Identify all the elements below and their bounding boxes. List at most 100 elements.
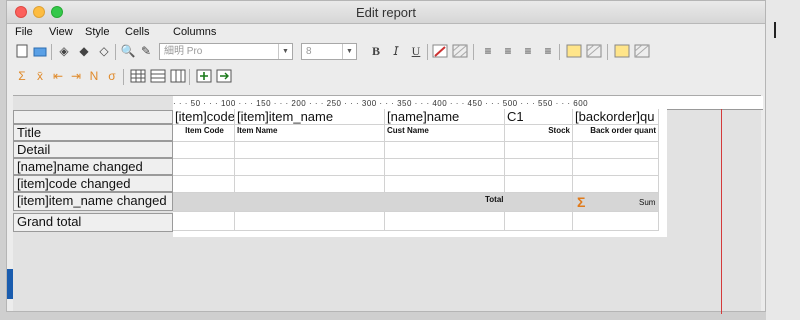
row-label-item-name-changed[interactable]: [item]item_name changed	[13, 192, 173, 211]
window-title: Edit report	[356, 5, 416, 20]
align-right-icon[interactable]: ≡	[519, 42, 537, 60]
insert-row-icon[interactable]	[215, 67, 233, 85]
italic-button[interactable]: 𝘐	[387, 42, 405, 60]
report-toolbar: Σ x̄ ⇤ ⇥ N σ	[11, 67, 765, 89]
row-label-detail[interactable]: Detail	[13, 141, 173, 158]
row-label-name-changed[interactable]: [name]name changed	[13, 158, 173, 175]
query-icon[interactable]: ◇	[95, 42, 113, 60]
break-cell[interactable]	[235, 176, 385, 193]
break-cell[interactable]	[385, 159, 505, 176]
subtotal-row[interactable]: Total	[173, 193, 573, 212]
formatting-toolbar: ◈ ◆ ◇ 🔍 ✎ 細明 Pro ▼ 8 ▼ B 𝘐 U ≡ ≡ ≡ ≡	[11, 42, 765, 64]
fill-pattern-icon[interactable]	[451, 42, 469, 60]
menu-view[interactable]: View	[49, 26, 73, 38]
grand-total-cell[interactable]	[385, 212, 505, 231]
detail-cell[interactable]	[505, 142, 573, 159]
toolbar-separator	[607, 44, 608, 60]
menu-columns[interactable]: Columns	[173, 26, 216, 38]
break-cell[interactable]	[173, 176, 235, 193]
title-bar: Edit report	[7, 1, 765, 24]
toolbar-separator	[473, 44, 474, 60]
break-cell[interactable]	[385, 176, 505, 193]
title-cell-stock[interactable]: Stock	[505, 125, 573, 142]
break-cell[interactable]	[505, 176, 573, 193]
min-icon[interactable]: ⇤	[49, 67, 67, 85]
row-label-code-changed[interactable]: [item]code changed	[13, 175, 173, 192]
cell-pattern-icon[interactable]	[585, 42, 603, 60]
page-margin-line[interactable]	[721, 109, 722, 314]
underline-button[interactable]: U	[407, 42, 425, 60]
detail-cell[interactable]	[173, 142, 235, 159]
break-cell[interactable]	[173, 159, 235, 176]
break-cell[interactable]	[573, 159, 659, 176]
columns-table-icon[interactable]	[169, 67, 187, 85]
align-center-icon[interactable]: ≡	[499, 42, 517, 60]
title-cell-backorder[interactable]: Back order quant	[573, 125, 659, 142]
toolbar-separator	[123, 69, 124, 85]
background-window-marker	[774, 22, 776, 38]
column-header-backorder[interactable]: [backorder]qu	[573, 109, 659, 125]
menu-file[interactable]: File	[15, 26, 33, 38]
background-window-edge	[766, 0, 800, 320]
column-header-c1[interactable]: C1	[505, 109, 573, 125]
grand-total-cell[interactable]	[505, 212, 573, 231]
font-size-value: 8	[306, 46, 312, 57]
std-dev-icon[interactable]: σ	[103, 67, 121, 85]
sum-icon[interactable]: Σ	[13, 67, 31, 85]
break-cell[interactable]	[505, 159, 573, 176]
detail-cell[interactable]	[235, 142, 385, 159]
report-wizard-icon[interactable]: ◈	[55, 42, 73, 60]
align-justify-icon[interactable]: ≡	[539, 42, 557, 60]
column-header-name[interactable]: [name]name	[385, 109, 505, 125]
menu-style[interactable]: Style	[85, 26, 109, 38]
text-color-icon[interactable]	[431, 42, 449, 60]
edit-report-window: Edit report File View Style Cells Column…	[6, 0, 766, 314]
column-header-item-name[interactable]: [item]item_name	[235, 109, 385, 125]
detail-cell[interactable]	[573, 142, 659, 159]
print-preview-icon[interactable]: 🔍	[119, 42, 137, 60]
subtotal-sum-cell[interactable]: Σ Sum	[573, 193, 659, 212]
background-color-icon[interactable]	[613, 42, 631, 60]
break-cell[interactable]	[573, 176, 659, 193]
max-icon[interactable]: ⇥	[67, 67, 85, 85]
grand-total-cell[interactable]	[573, 212, 659, 231]
font-size-select[interactable]: 8 ▼	[301, 43, 357, 60]
title-cell-cust-name[interactable]: Cust Name	[385, 125, 505, 142]
bold-button[interactable]: B	[367, 42, 385, 60]
ruler-scale: · · · 50 · · · 100 · · · 150 · · · 200 ·…	[173, 99, 589, 108]
subtotal-total-label: Total	[485, 195, 504, 204]
database-icon[interactable]: ◆	[75, 42, 93, 60]
break-cell[interactable]	[235, 159, 385, 176]
grand-total-cell[interactable]	[173, 212, 235, 231]
row-label-title[interactable]: Title	[13, 124, 173, 141]
chevron-down-icon: ▼	[342, 44, 356, 59]
toolbar-separator	[189, 69, 190, 85]
report-grid: [item]code [item]item_name [name]name C1…	[173, 109, 667, 237]
menu-cells[interactable]: Cells	[125, 26, 149, 38]
background-pattern-icon[interactable]	[633, 42, 651, 60]
sum-label: Sum	[639, 198, 656, 207]
cell-fill-color-icon[interactable]	[565, 42, 583, 60]
detail-cell[interactable]	[385, 142, 505, 159]
title-cell-item-code[interactable]: Item Code	[173, 125, 235, 142]
edit-pencil-icon[interactable]: ✎	[137, 42, 155, 60]
column-header-item-code[interactable]: [item]code	[173, 109, 235, 125]
count-icon[interactable]: N	[85, 67, 103, 85]
font-name-select[interactable]: 細明 Pro ▼	[159, 43, 293, 60]
grand-total-cell[interactable]	[235, 212, 385, 231]
chevron-down-icon: ▼	[278, 44, 292, 59]
grid-table-icon[interactable]	[129, 67, 147, 85]
sum-icon: Σ	[577, 194, 586, 210]
align-left-icon[interactable]: ≡	[479, 42, 497, 60]
toolbar-separator	[51, 44, 52, 60]
menu-bar: File View Style Cells Columns	[7, 24, 765, 41]
row-label-grand-total[interactable]: Grand total	[13, 213, 173, 232]
new-document-icon[interactable]	[13, 42, 31, 60]
add-column-icon[interactable]	[195, 67, 213, 85]
horizontal-ruler: · · · 50 · · · 100 · · · 150 · · · 200 ·…	[173, 96, 763, 110]
rows-table-icon[interactable]	[149, 67, 167, 85]
open-folder-icon[interactable]	[31, 42, 49, 60]
title-cell-item-name[interactable]: Item Name	[235, 125, 385, 142]
average-icon[interactable]: x̄	[31, 67, 49, 85]
toolbar-separator	[559, 44, 560, 60]
